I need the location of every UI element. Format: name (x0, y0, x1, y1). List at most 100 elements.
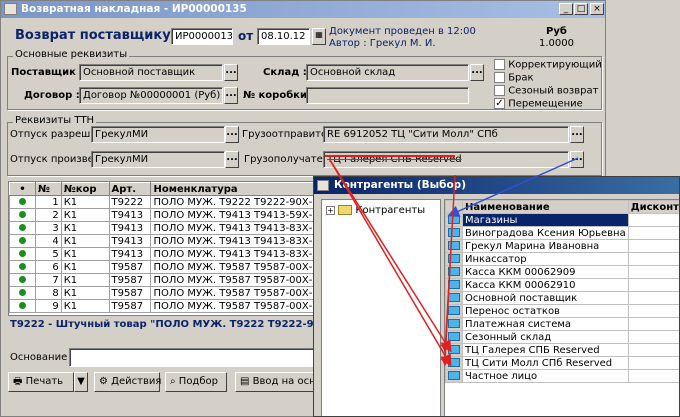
receiver-select-button[interactable]: ... (570, 151, 584, 168)
table-row[interactable]: 7 К1 Т9587 ПОЛО МУЖ. Т9587 Т9587-00Х-М (9, 273, 314, 287)
counterparty-row[interactable]: Грекул Марина Ивановна (445, 239, 679, 253)
counterparty-name: ТЦ Сити Молл СПб Reserved (462, 356, 629, 370)
receiver-field[interactable]: ТЦ Галерея СПБ Reserved (323, 151, 569, 168)
row-art: Т9413 (108, 208, 152, 222)
col-name-header[interactable]: Наименование (462, 200, 629, 214)
folder-icon (445, 330, 463, 344)
flag-defect[interactable]: Брак (494, 72, 602, 85)
expand-icon[interactable]: + (326, 205, 335, 215)
input-based-button[interactable]: ▤ Ввод на осн (235, 372, 315, 392)
warehouse-field[interactable]: Основной склад (306, 64, 469, 81)
table-row[interactable]: 1 К1 Т9222 ПОЛО МУЖ. Т9222 Т9222-90Х-S (9, 195, 314, 209)
allowed-field[interactable]: ГрекулМИ (91, 126, 225, 143)
counterparty-row[interactable]: Основной поставщик (445, 291, 679, 305)
row-number: 6 (34, 260, 62, 274)
contract-select-button[interactable]: ... (224, 87, 238, 104)
flag-label: Корректирующий (508, 59, 602, 71)
produced-select-button[interactable]: ... (225, 151, 239, 168)
doc-status: Документ проведен в 12:00 (329, 26, 476, 37)
print-button[interactable]: 🖶 Печать (8, 372, 74, 392)
flag-transfer[interactable]: ✓ Перемещение (494, 98, 602, 111)
counterparty-row[interactable]: Виноградова Ксения Юрьевна (445, 226, 679, 240)
close-button[interactable]: × (590, 3, 604, 15)
checkbox-correcting[interactable] (494, 59, 505, 70)
pick-icon: ⌕ (170, 376, 176, 387)
table-row[interactable]: 8 К1 Т9587 ПОЛО МУЖ. Т9587 Т9587-00Х-М (9, 286, 314, 300)
folder-icon (445, 278, 463, 292)
checkbox-transfer[interactable]: ✓ (494, 98, 505, 109)
col-art[interactable]: Арт. (108, 182, 152, 196)
print-dropdown-button[interactable]: ▼ (74, 372, 88, 392)
counterparty-row[interactable]: Касса ККМ 00062910 (445, 278, 679, 292)
row-name: ПОЛО МУЖ. Т9413 Т9413-83Х-XL (150, 247, 314, 261)
row-name: ПОЛО МУЖ. Т9587 Т9587-00Х-L (150, 260, 314, 274)
counterparty-name: Перенос остатков (462, 304, 629, 318)
dialog-titlebar: Контрагенты (Выбор) (314, 177, 679, 194)
tree-root[interactable]: + Контрагенты (326, 205, 425, 216)
counterparty-discount (627, 291, 679, 305)
sender-field[interactable]: RE 6912052 ТЦ "Сити Молл" СПб (323, 126, 569, 143)
table-row[interactable]: 6 К1 Т9587 ПОЛО МУЖ. Т9587 Т9587-00Х-L (9, 260, 314, 274)
counterparty-row[interactable]: ТЦ Сити Молл СПб Reserved (445, 356, 679, 370)
contract-field[interactable]: Договор №00000001 (Руб) Осно (79, 87, 223, 104)
pick-button[interactable]: ⌕ Подбор (165, 372, 227, 392)
col-marker[interactable]: • (9, 182, 36, 196)
col-number[interactable]: № (34, 182, 62, 196)
row-name: ПОЛО МУЖ. Т9413 Т9413-83Х-М (150, 221, 314, 235)
maximize-button[interactable]: □ (574, 3, 588, 15)
counterparty-name: ТЦ Галерея СПБ Reserved (462, 343, 629, 357)
actions-button[interactable]: ⚙ Действия (94, 372, 161, 392)
row-status-icon (9, 221, 36, 235)
minimize-button[interactable]: _ (559, 3, 573, 15)
row-art: Т9413 (108, 234, 152, 248)
folder-icon (338, 205, 353, 215)
col-box[interactable]: №кор (60, 182, 110, 196)
table-row[interactable]: 5 К1 Т9413 ПОЛО МУЖ. Т9413 Т9413-83Х-XL (9, 247, 314, 261)
allowed-select-button[interactable]: ... (225, 126, 239, 143)
flag-seasonal[interactable]: Сезоный возврат (494, 85, 602, 98)
table-row[interactable]: 4 К1 Т9413 ПОЛО МУЖ. Т9413 Т9413-83Х-М (9, 234, 314, 248)
basis-field[interactable] (69, 348, 315, 367)
counterparty-row[interactable]: Платежная система (445, 317, 679, 331)
checkbox-seasonal[interactable] (494, 85, 505, 96)
row-number: 7 (34, 273, 62, 287)
calendar-button[interactable]: ▦ (312, 28, 326, 45)
row-art: Т9587 (108, 260, 152, 274)
counterparty-row[interactable]: Перенос остатков (445, 304, 679, 318)
counterparty-row[interactable]: ТЦ Галерея СПБ Reserved (445, 343, 679, 357)
items-table: • № №кор Арт. Номенклатура 1 К1 Т9222 ПОЛО … (9, 182, 314, 313)
flag-correcting[interactable]: Корректирующий (494, 59, 602, 72)
counterparty-row[interactable]: Инкассатор (445, 252, 679, 266)
supplier-select-button[interactable]: ... (224, 64, 238, 81)
row-number: 8 (34, 286, 62, 300)
contract-label: Договор : (24, 90, 80, 101)
doc-number-field[interactable]: ИР00000135 (171, 28, 233, 45)
boxes-field[interactable] (306, 87, 469, 104)
col-name[interactable]: Номенклатура (150, 182, 314, 196)
produced-field[interactable]: ГрекулМИ (91, 151, 225, 168)
counterparty-row[interactable]: Касса ККМ 00062909 (445, 265, 679, 279)
folder-icon (445, 213, 463, 227)
basis-label: Основание : (10, 352, 74, 363)
table-row[interactable]: 3 К1 Т9413 ПОЛО МУЖ. Т9413 Т9413-83Х-М (9, 221, 314, 235)
counterparty-name: Основной поставщик (462, 291, 629, 305)
row-art: Т9587 (108, 273, 152, 287)
checkbox-defect[interactable] (494, 72, 505, 83)
counterparty-row[interactable]: Сезонный склад (445, 330, 679, 344)
supplier-field[interactable]: Основной поставщик (79, 64, 223, 81)
dialog-title: Контрагенты (Выбор) (334, 179, 466, 191)
row-box: К1 (60, 221, 110, 235)
row-status-icon (9, 208, 36, 222)
document-icon: ▤ (240, 376, 250, 387)
col-discount-header[interactable]: Дисконтная (627, 200, 679, 214)
table-row[interactable]: 2 К1 Т9413 ПОЛО МУЖ. Т9413 Т9413-59Х-S (9, 208, 314, 222)
doc-date-field[interactable]: 08.10.12 (257, 28, 310, 45)
row-number: 4 (34, 234, 62, 248)
counterparty-row[interactable]: Магазины (445, 213, 679, 227)
table-row[interactable]: 9 К1 Т9587 ПОЛО МУЖ. Т9587 Т9587-00Х-XL (9, 299, 314, 313)
warehouse-select-button[interactable]: ... (470, 64, 484, 81)
window-titlebar: Возвратная накладная - ИР00000135 (1, 1, 605, 18)
counterparty-row[interactable]: Частное лицо (445, 369, 679, 383)
sender-select-button[interactable]: ... (570, 126, 584, 143)
row-art: Т9222 (108, 195, 152, 209)
